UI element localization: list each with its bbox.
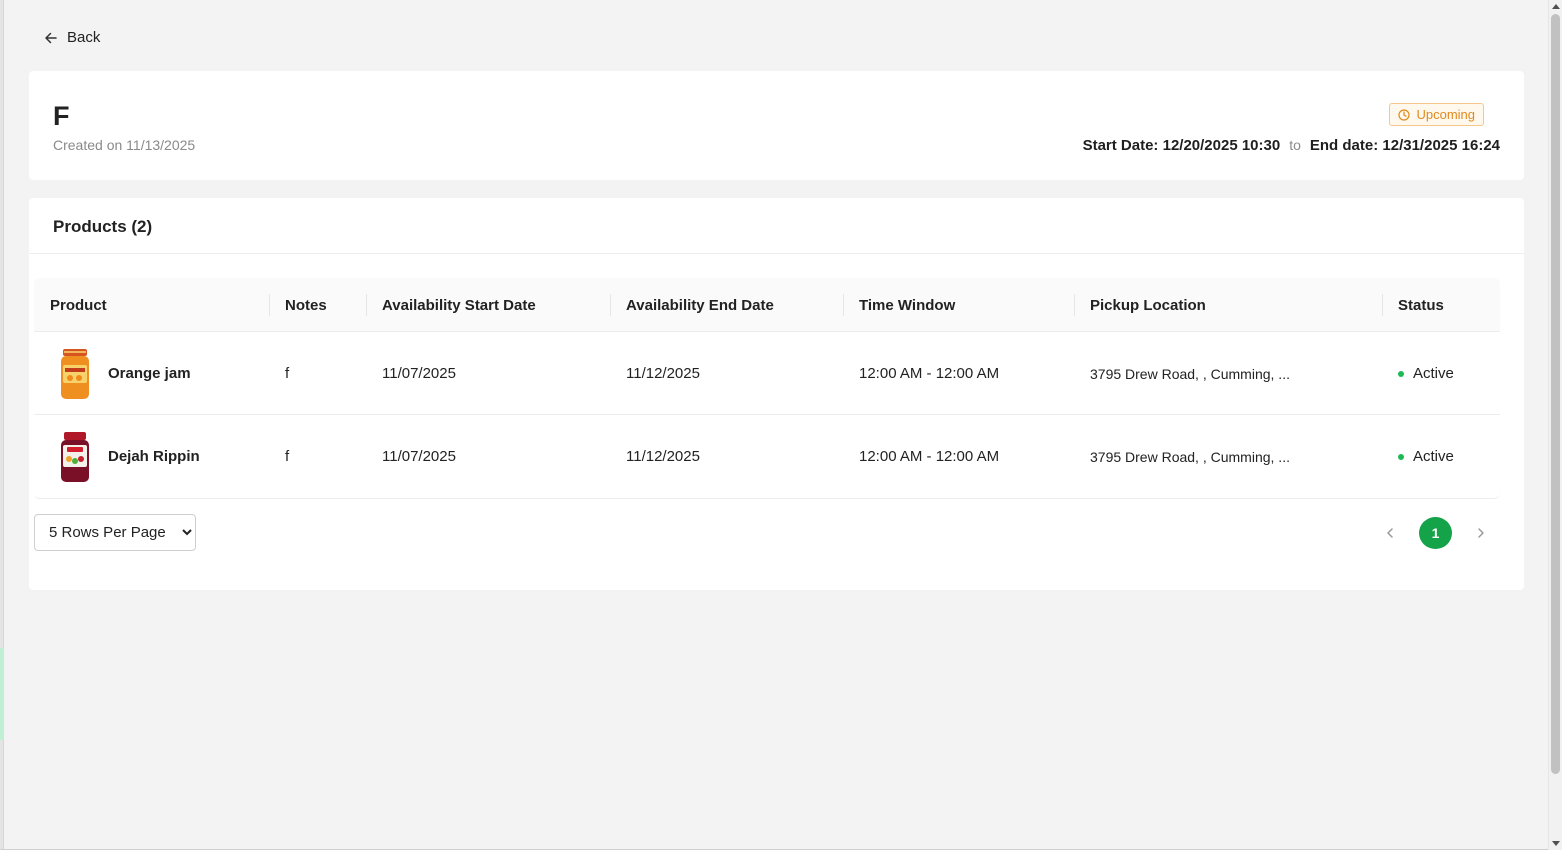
clock-icon: [1398, 108, 1411, 121]
column-header-status[interactable]: Status: [1382, 278, 1444, 332]
active-status-dot: [1398, 453, 1404, 460]
product-name: Dejah Rippin: [108, 448, 200, 465]
status-label: Active: [1413, 448, 1454, 465]
end-date: End date: 12/31/2025 16:24: [1309, 137, 1500, 154]
table-row[interactable]: Orange jam f 11/07/2025 11/12/2025 12:00…: [34, 332, 1500, 415]
availability-end-cell: 11/12/2025: [626, 365, 700, 382]
product-name: Orange jam: [108, 365, 191, 382]
back-button[interactable]: Back: [43, 29, 100, 46]
rows-per-page-select[interactable]: 5 Rows Per Page: [34, 514, 196, 551]
column-header-availability-start[interactable]: Availability Start Date: [366, 278, 536, 332]
column-header-time-window[interactable]: Time Window: [843, 278, 956, 332]
time-window-cell: 12:00 AM - 12:00 AM: [859, 448, 1000, 465]
date-range: Start Date: 12/20/2025 10:30 to End date…: [1083, 137, 1500, 154]
arrow-left-icon: [45, 32, 57, 43]
pickup-location-cell: 3795 Drew Road, , Cumming, ...: [1090, 365, 1290, 382]
page-button-current[interactable]: 1: [1419, 517, 1452, 549]
products-title: Products (2): [53, 217, 153, 236]
products-divider: [29, 253, 1524, 254]
products-card: Products (2) Product Notes Availability …: [29, 198, 1524, 590]
time-window-cell: 12:00 AM - 12:00 AM: [859, 365, 1000, 382]
left-edge-highlight: [0, 648, 4, 740]
column-header-status-label: Status: [1398, 296, 1444, 314]
pagination: 1: [1383, 517, 1488, 549]
column-header-notes-label: Notes: [285, 296, 327, 314]
column-header-availability-start-label: Availability Start Date: [382, 296, 536, 314]
scroll-up-arrow[interactable]: [1552, 4, 1560, 9]
chevron-left-icon[interactable]: [1383, 526, 1397, 540]
column-header-availability-end-label: Availability End Date: [626, 296, 774, 314]
status-badge-label: Upcoming: [1416, 107, 1475, 122]
status-cell: Active: [1398, 415, 1454, 498]
status-cell: Active: [1398, 332, 1454, 415]
active-status-dot: [1398, 370, 1404, 377]
availability-end-cell: 11/12/2025: [626, 448, 700, 465]
scrollbar-thumb[interactable]: [1551, 14, 1560, 774]
status-badge: Upcoming: [1389, 103, 1484, 126]
column-header-time-window-label: Time Window: [859, 296, 956, 314]
chevron-right-icon[interactable]: [1474, 526, 1488, 540]
availability-start-cell: 11/07/2025: [382, 448, 456, 465]
notes-cell: f: [285, 448, 290, 465]
back-label: Back: [67, 29, 101, 46]
vertical-scrollbar[interactable]: [1548, 0, 1562, 850]
orange-jam-jar-icon: [61, 348, 89, 399]
product-cell: Dejah Rippin: [58, 415, 200, 498]
berry-jam-jar-icon: [61, 431, 89, 482]
column-header-availability-end[interactable]: Availability End Date: [610, 278, 774, 332]
table-header: Product Notes Availability Start Date Av…: [34, 278, 1500, 332]
status-label: Active: [1413, 365, 1454, 382]
event-header-card: F Created on 11/13/2025 Upcoming Start D…: [29, 71, 1524, 180]
column-header-pickup-location-label: Pickup Location: [1090, 296, 1206, 314]
availability-start-cell: 11/07/2025: [382, 365, 456, 382]
pickup-location-cell: 3795 Drew Road, , Cumming, ...: [1090, 448, 1290, 465]
date-range-separator: to: [1289, 137, 1301, 153]
left-edge-strip: [0, 0, 4, 850]
column-header-notes[interactable]: Notes: [269, 278, 327, 332]
products-table: Product Notes Availability Start Date Av…: [34, 278, 1500, 499]
start-date: Start Date: 12/20/2025 10:30: [1082, 137, 1281, 154]
column-header-pickup-location[interactable]: Pickup Location: [1074, 278, 1206, 332]
product-cell: Orange jam: [58, 332, 191, 415]
notes-cell: f: [285, 365, 290, 382]
created-date: Created on 11/13/2025: [53, 137, 196, 153]
table-row[interactable]: Dejah Rippin f 11/07/2025 11/12/2025 12:…: [34, 415, 1500, 498]
page-title: F: [53, 101, 70, 131]
scroll-down-arrow[interactable]: [1552, 841, 1560, 846]
column-header-product[interactable]: Product: [50, 278, 107, 332]
